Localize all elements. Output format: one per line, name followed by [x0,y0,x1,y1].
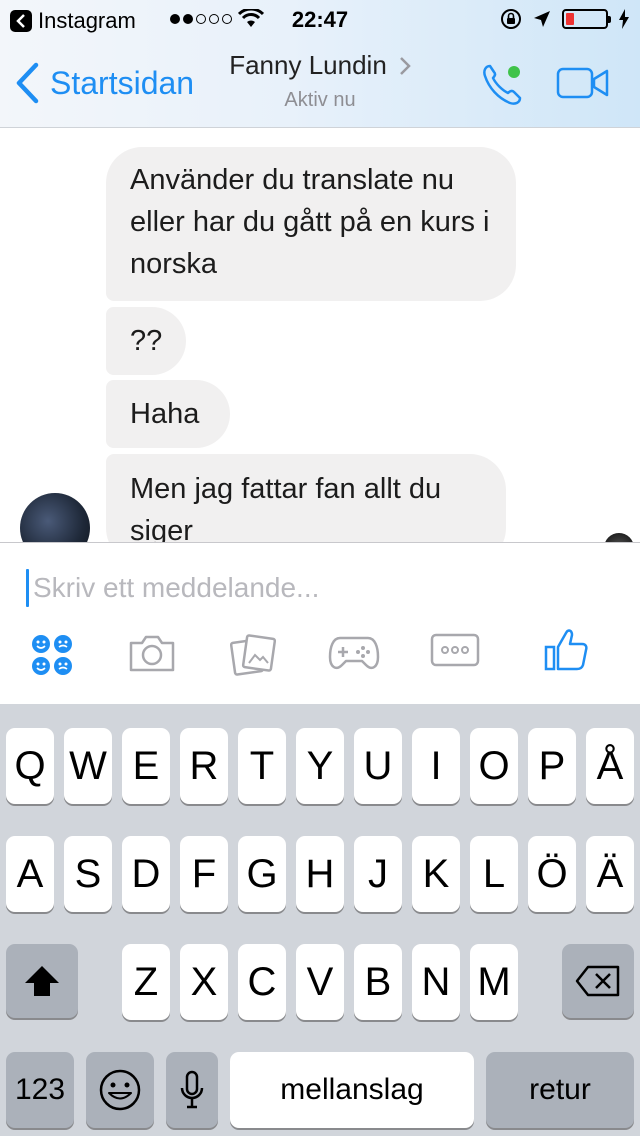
status-right [500,8,630,30]
contact-status: Aktiv nu [284,89,356,111]
games-button[interactable] [328,633,380,678]
key-j[interactable]: J [354,836,402,912]
message-bubble[interactable]: Haha [106,380,230,448]
more-button[interactable] [430,633,480,672]
charging-bolt-icon [619,9,629,29]
message-bubble[interactable]: Men jag fattar fan allt du siger [106,454,506,542]
key-f[interactable]: F [180,836,228,912]
key-m[interactable]: M [470,944,518,1020]
video-camera-icon [556,67,609,99]
numbers-key[interactable]: 123 [6,1052,74,1128]
key-n[interactable]: N [412,944,460,1020]
composer: Skriv ett meddelande... [0,542,640,704]
contact-name: Fanny Lundin [229,50,387,80]
message-input-placeholder: Skriv ett meddelande... [33,572,320,603]
key-r[interactable]: R [180,728,228,804]
more-icon [430,633,480,667]
key-c[interactable]: C [238,944,286,1020]
return-key[interactable]: retur [486,1052,634,1128]
contact-avatar[interactable] [20,493,90,542]
top-bar: Instagram 22:47 Startsidan Fanny Lundin … [0,0,640,128]
emoji-key[interactable] [86,1052,154,1128]
key-p[interactable]: P [528,728,576,804]
key-ä[interactable]: Ä [586,836,634,912]
key-y[interactable]: Y [296,728,344,804]
rotation-lock-icon [501,9,521,29]
photo-gallery-icon [229,634,277,676]
stickers-icon [32,635,72,675]
keyboard: 123 mellanslag retur QWERTYUIOPÅ ASDFGHJK… [0,704,640,1136]
key-o[interactable]: O [470,728,518,804]
gamepad-icon [328,636,380,669]
photo-gallery-button[interactable] [229,633,277,684]
status-bar: Instagram 22:47 [0,0,640,40]
key-q[interactable]: Q [6,728,54,804]
message-input[interactable]: Skriv ett meddelande... [26,567,606,609]
camera-icon [129,635,175,672]
key-u[interactable]: U [354,728,402,804]
key-t[interactable]: T [238,728,286,804]
text-caret [26,569,29,607]
like-button[interactable] [544,627,588,676]
key-x[interactable]: X [180,944,228,1020]
key-å[interactable]: Å [586,728,634,804]
contact-title[interactable]: Fanny Lundin Aktiv nu [0,50,640,112]
message-bubble[interactable]: ?? [106,307,186,375]
dictation-key[interactable] [166,1052,218,1128]
microphone-icon [180,1070,204,1109]
conversation-header: Startsidan Fanny Lundin Aktiv nu [0,40,640,128]
emoji-icon [99,1069,141,1111]
key-v[interactable]: V [296,944,344,1020]
message-bubble[interactable]: Använder du translate nu eller har du gå… [106,147,516,301]
key-h[interactable]: H [296,836,344,912]
shift-icon [25,966,59,996]
key-s[interactable]: S [64,836,112,912]
key-z[interactable]: Z [122,944,170,1020]
space-key[interactable]: mellanslag [230,1052,474,1128]
key-b[interactable]: B [354,944,402,1020]
key-k[interactable]: K [412,836,460,912]
video-call-button[interactable] [556,66,610,105]
camera-button[interactable] [128,633,176,678]
seen-avatar [604,533,634,542]
backspace-key[interactable] [562,944,634,1018]
composer-toolbar [0,629,640,689]
key-ö[interactable]: Ö [528,836,576,912]
phone-icon [483,64,522,105]
voice-call-button[interactable] [480,62,530,113]
key-i[interactable]: I [412,728,460,804]
message-list[interactable]: Använder du translate nu eller har du gå… [0,129,640,542]
key-l[interactable]: L [470,836,518,912]
chevron-right-icon [399,56,411,75]
key-d[interactable]: D [122,836,170,912]
key-e[interactable]: E [122,728,170,804]
key-w[interactable]: W [64,728,112,804]
shift-key[interactable] [6,944,78,1018]
location-arrow-icon [534,11,550,27]
stickers-button[interactable] [30,633,74,682]
key-a[interactable]: A [6,836,54,912]
key-g[interactable]: G [238,836,286,912]
thumbs-up-icon [544,629,588,671]
backspace-icon [575,965,620,997]
battery-icon [562,9,611,29]
